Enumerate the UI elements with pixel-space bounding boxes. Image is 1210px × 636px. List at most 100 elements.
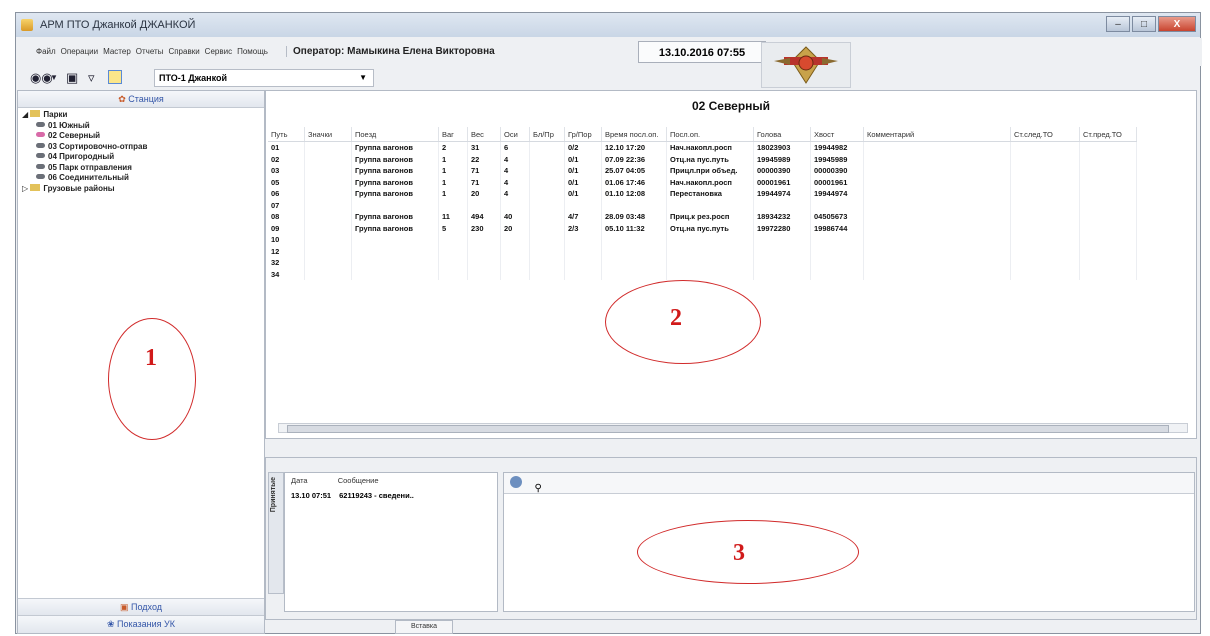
maximize-button[interactable]: □ [1132,16,1156,32]
table-cell: 0/1 [564,153,602,165]
messages-header: Дата Сообщение [285,473,497,491]
annotation-number-1: 1 [145,345,157,371]
filter-icon[interactable]: ▿ [88,70,95,86]
tree-item-park[interactable]: 05 Парк отправления [18,163,264,174]
minimize-button[interactable]: – [1106,16,1130,32]
column-header[interactable]: Ваг [438,127,468,142]
message-row[interactable]: 13.10 07:51 62119243 - сведени.. [285,491,497,500]
table-cell [564,257,602,269]
horizontal-scrollbar[interactable] [278,423,1188,433]
table-cell [529,188,565,200]
table-cell: Группа вагонов [351,165,439,177]
column-header[interactable]: Вес [467,127,501,142]
column-header[interactable]: Комментарий [863,127,1011,142]
menu-file[interactable]: Файл [36,47,56,56]
table-row[interactable]: 02 Группа вагонов 1 22 4 0/1 07.09 22:36 Отц.на… [268,153,1137,165]
table-row[interactable]: 09 Группа вагонов 5 230 20 2/3 05.10 11:32 Отц.… [268,222,1137,234]
table-row[interactable]: 34 [268,268,1137,280]
column-header[interactable]: Путь [268,127,305,142]
table-cell: 01.06 17:46 [601,176,667,188]
messages-list: Дата Сообщение 13.10 07:51 62119243 - св… [284,472,498,612]
table-row[interactable]: 07 [268,199,1137,211]
table-row[interactable]: 32 [268,257,1137,269]
tree-item-label: 04 Пригородный [48,152,115,161]
table-cell: 1 [438,165,468,177]
table-cell [1010,234,1080,246]
tree-item-park[interactable]: 03 Сортировочно-отправ [18,142,264,153]
table-cell: 494 [467,211,501,223]
menu-reports[interactable]: Отчеты [136,47,164,56]
table-cell [438,245,468,257]
print-icon[interactable] [510,476,522,488]
table-row[interactable]: 10 [268,234,1137,246]
table-cell [863,257,1011,269]
tree-root-parks[interactable]: ◢ Парки [18,110,264,121]
menu-master[interactable]: Мастер [103,47,131,56]
received-tab[interactable]: Принятые [268,472,284,594]
station-select[interactable]: ПТО-1 Джанкой ▼ [154,69,374,87]
title-bar: АРМ ПТО Джанкой ДЖАНКОЙ – □ X [16,13,1200,37]
tree-item-park[interactable]: 06 Соединительный [18,173,264,184]
table-cell: Отц.на пус.путь [666,153,754,165]
column-header[interactable]: Оси [500,127,530,142]
table-cell [467,199,501,211]
window-title: АРМ ПТО Джанкой ДЖАНКОЙ [40,19,196,31]
column-header[interactable]: Ст.след.ТО [1010,127,1080,142]
column-header[interactable]: Значки [304,127,352,142]
table-cell: 0/1 [564,176,602,188]
tree-item-park[interactable]: 04 Пригородный [18,152,264,163]
table-cell: Группа вагонов [351,188,439,200]
insert-tab[interactable]: Вставка [395,620,453,634]
table-cell [564,268,602,280]
search-icon[interactable]: ⚲ [534,483,541,494]
table-cell [1010,153,1080,165]
table-cell [529,268,565,280]
table-cell [601,199,667,211]
uk-readings-button[interactable]: ❀ Показания УК [18,615,264,633]
column-header[interactable]: Поезд [351,127,439,142]
park-icon [36,163,45,169]
message-text: 62119243 - сведени.. [339,491,414,500]
table-cell [1010,257,1080,269]
column-header[interactable]: Посл.оп. [666,127,754,142]
menu-operations[interactable]: Операции [61,47,98,56]
table-cell: 10 [268,234,305,246]
column-header[interactable]: Время посл.оп. [601,127,667,142]
column-header[interactable]: Хвост [810,127,864,142]
tree-item-cargo[interactable]: ▷ Грузовые районы [18,183,264,195]
table-cell [1079,176,1137,188]
column-header[interactable]: Бл/Пр [529,127,565,142]
table-row[interactable]: 08 Группа вагонов 11 494 40 4/7 28.09 03:48 При… [268,211,1137,223]
menu-references[interactable]: Справки [168,47,199,56]
scrollbar-thumb[interactable] [287,425,1169,433]
column-message[interactable]: Сообщение [338,476,379,485]
close-button[interactable]: X [1158,16,1196,32]
menu-service[interactable]: Сервис [205,47,232,56]
table-cell [810,257,864,269]
table-row[interactable]: 01 Группа вагонов 2 31 6 0/2 12.10 17:20 Нач.на… [268,141,1137,154]
tree-item-park-selected[interactable]: 02 Северный [18,131,264,142]
table-cell: 20 [467,188,501,200]
table-cell: Нач.накопл.росп [666,176,754,188]
approach-button[interactable]: ▣ Подход [18,598,264,615]
table-cell: 19944974 [753,188,811,200]
column-date[interactable]: Дата [291,476,308,485]
table-row[interactable]: 12 [268,245,1137,257]
dropdown-arrow-icon[interactable]: ▼ [50,70,58,86]
railway-emblem [761,42,851,88]
table-cell: Приц.к рез.росп [666,211,754,223]
column-header[interactable]: Ст.пред.ТО [1079,127,1137,142]
menu-help[interactable]: Помощь [237,47,268,56]
tree-item-label: 06 Соединительный [48,173,129,182]
table-row[interactable]: 03 Группа вагонов 1 71 4 0/1 25.07 04:05 Прицл.… [268,165,1137,177]
train-icon[interactable]: ▣ [66,70,78,86]
station-panel-header[interactable]: ✿ Станция [18,91,264,108]
column-header[interactable]: Гр/Пор [564,127,602,142]
table-row[interactable]: 06 Группа вагонов 1 20 4 0/1 01.10 12:08 Перест… [268,188,1137,200]
column-header[interactable]: Голова [753,127,811,142]
note-icon[interactable] [108,70,122,84]
tree-item-park[interactable]: 01 Южный [18,121,264,132]
approach-icon: ▣ [119,602,129,612]
table-row[interactable]: 05 Группа вагонов 1 71 4 0/1 01.06 17:46 Нач.на… [268,176,1137,188]
table-cell [666,199,754,211]
